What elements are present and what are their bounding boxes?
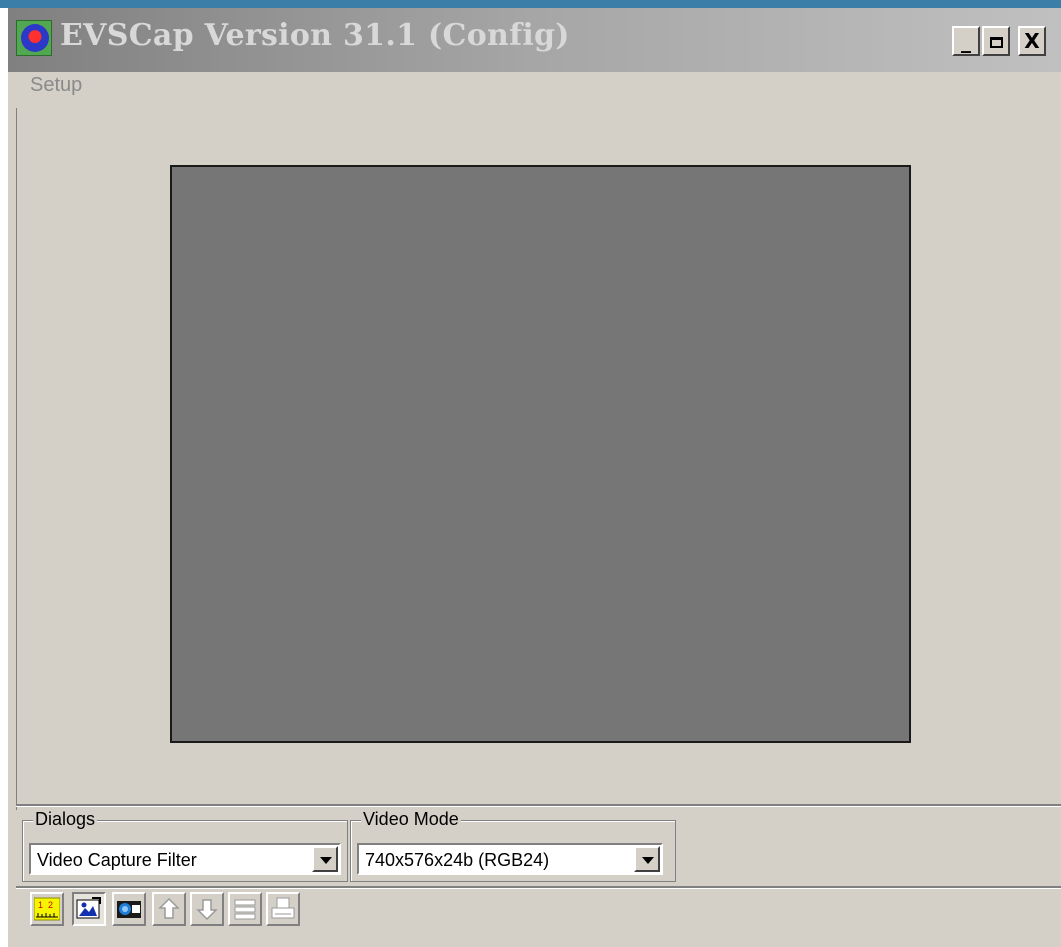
minimize-button[interactable]: _ [952, 26, 980, 56]
print-button[interactable] [266, 892, 300, 926]
dialogs-dropdown-button[interactable] [312, 846, 338, 872]
video-mode-group: Video Mode 740x576x24b (RGB24) [350, 809, 676, 882]
dialogs-select[interactable]: Video Capture Filter [29, 843, 341, 875]
arrow-up-icon [158, 897, 180, 919]
menu-bar: Setup [8, 72, 1061, 102]
svg-text:1: 1 [38, 900, 43, 910]
dialogs-select-value: Video Capture Filter [37, 850, 197, 870]
video-mode-select[interactable]: 740x576x24b (RGB24) [357, 843, 663, 875]
menu-setup[interactable]: Setup [30, 74, 82, 97]
dialogs-label: Dialogs [33, 809, 98, 829]
window-title: EVSCap Version 31.1 (Config) [60, 18, 570, 53]
divider [16, 804, 1061, 807]
chevron-down-icon [320, 857, 332, 864]
maximize-icon [989, 37, 1003, 48]
ruler-scale-icon: 1 2 [34, 897, 60, 921]
settings-list-button[interactable] [228, 892, 262, 926]
list-settings-icon [234, 899, 256, 920]
app-logo-icon[interactable] [16, 20, 52, 56]
video-capture-icon [76, 897, 101, 919]
snapshot-button[interactable] [112, 892, 146, 926]
app-window: EVSCap Version 31.1 (Config) _ X Setup D… [8, 8, 1061, 947]
move-down-button[interactable] [190, 892, 224, 926]
close-button[interactable]: X [1018, 26, 1046, 56]
top-edge [0, 0, 1061, 8]
title-bar[interactable]: EVSCap Version 31.1 (Config) _ X [8, 8, 1061, 72]
arrow-down-icon [196, 899, 218, 921]
video-mode-dropdown-button[interactable] [634, 846, 660, 872]
video-mode-label: Video Mode [361, 809, 461, 829]
video-mode-select-value: 740x576x24b (RGB24) [365, 850, 550, 870]
video-preview [170, 165, 911, 743]
move-up-button[interactable] [152, 892, 186, 926]
dialogs-group: Dialogs Video Capture Filter [22, 809, 348, 882]
toolbar-divider [16, 886, 1061, 889]
scale-button[interactable]: 1 2 [30, 892, 64, 926]
svg-text:2: 2 [48, 900, 53, 910]
maximize-button[interactable] [982, 26, 1010, 56]
printer-icon [271, 897, 295, 919]
capture-button[interactable] [72, 892, 106, 926]
chevron-down-icon [642, 857, 654, 864]
camera-snapshot-icon [117, 901, 141, 918]
